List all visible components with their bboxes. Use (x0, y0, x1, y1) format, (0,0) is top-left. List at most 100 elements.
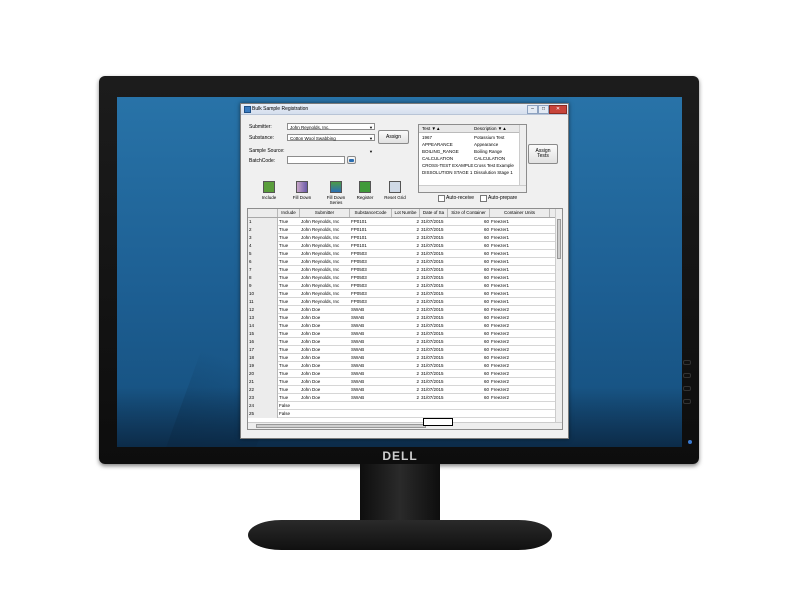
table-row[interactable]: 7 True John Reynolds, Inc FP0503 2 31/07/2015… (248, 266, 556, 274)
cell-substance-code[interactable]: FP0101 (350, 234, 392, 242)
cell-date-of-sample[interactable] (420, 410, 448, 418)
cell-size-of-container[interactable]: 60 (448, 378, 490, 386)
cell-size-of-container[interactable] (448, 410, 490, 418)
cell-row-number[interactable]: 4 (248, 242, 278, 250)
cell-row-number[interactable]: 13 (248, 314, 278, 322)
cell-size-of-container[interactable]: 60 (448, 306, 490, 314)
cell-container-units[interactable]: Freezer2 (490, 370, 550, 378)
cell-include[interactable]: True (278, 290, 300, 298)
table-row[interactable]: 17 True John Doe SWAB 2 31/07/2015 60 Freezer2 (248, 346, 556, 354)
table-row[interactable]: 24 False (248, 402, 556, 410)
cell-row-number[interactable]: 15 (248, 330, 278, 338)
table-row[interactable]: 16 True John Doe SWAB 2 31/07/2015 60 Freezer2 (248, 338, 556, 346)
grid-vertical-scrollbar[interactable] (555, 209, 562, 423)
cell-lot-number[interactable]: 2 (392, 354, 420, 362)
monitor-button[interactable] (683, 386, 691, 391)
cell-submitter[interactable]: John Reynolds, Inc (300, 234, 350, 242)
list-item[interactable]: CROSS-TEST EXAMPLE Cross Test Example (419, 162, 519, 169)
column-header-submitter[interactable]: Submitter (300, 209, 350, 217)
cell-row-number[interactable]: 9 (248, 282, 278, 290)
cell-submitter[interactable]: John Reynolds, Inc (300, 226, 350, 234)
scroll-thumb[interactable] (557, 219, 561, 259)
cell-container-units[interactable]: Freezer2 (490, 386, 550, 394)
cell-container-units[interactable]: Freezer1 (490, 282, 550, 290)
cell-lot-number[interactable]: 2 (392, 234, 420, 242)
cell-submitter[interactable]: John Doe (300, 314, 350, 322)
cell-submitter[interactable]: John Doe (300, 322, 350, 330)
cell-substance-code[interactable]: FP0101 (350, 218, 392, 226)
cell-include[interactable]: True (278, 378, 300, 386)
cell-container-units[interactable]: Freezer1 (490, 290, 550, 298)
cell-include[interactable]: True (278, 362, 300, 370)
cell-substance-code[interactable]: SWAB (350, 386, 392, 394)
cell-container-units[interactable]: Freezer1 (490, 274, 550, 282)
cell-lot-number[interactable]: 2 (392, 282, 420, 290)
cell-submitter[interactable]: John Doe (300, 338, 350, 346)
assign-button[interactable]: Assign (378, 130, 409, 144)
list-item[interactable]: APPEARANCE Appearance (419, 141, 519, 148)
cell-submitter[interactable] (300, 402, 350, 410)
table-row[interactable]: 4 True John Reynolds, Inc FP0101 2 31/07/2015… (248, 242, 556, 250)
cell-container-units[interactable]: Freezer2 (490, 338, 550, 346)
cell-include[interactable]: True (278, 370, 300, 378)
cell-substance-code[interactable]: SWAB (350, 362, 392, 370)
cell-container-units[interactable]: Freezer2 (490, 314, 550, 322)
cell-lot-number[interactable]: 2 (392, 370, 420, 378)
cell-substance-code[interactable]: SWAB (350, 338, 392, 346)
table-row[interactable]: 11 True John Reynolds, Inc FP0503 2 31/07/201… (248, 298, 556, 306)
monitor-button[interactable] (683, 360, 691, 365)
cell-lot-number[interactable]: 2 (392, 338, 420, 346)
table-row[interactable]: 9 True John Reynolds, Inc FP0503 2 31/07/2015… (248, 282, 556, 290)
substance-dropdown[interactable]: Cotton Wool Swabbing ▼ (287, 134, 375, 141)
cell-date-of-sample[interactable]: 31/07/2015 (420, 258, 448, 266)
cell-lot-number[interactable]: 2 (392, 274, 420, 282)
cell-row-number[interactable]: 11 (248, 298, 278, 306)
cell-container-units[interactable]: Freezer2 (490, 346, 550, 354)
cell-include[interactable]: True (278, 266, 300, 274)
cell-submitter[interactable]: John Doe (300, 346, 350, 354)
cell-size-of-container[interactable]: 60 (448, 234, 490, 242)
cell-submitter[interactable] (300, 410, 350, 418)
cell-container-units[interactable]: Freezer2 (490, 330, 550, 338)
cell-date-of-sample[interactable]: 31/07/2015 (420, 330, 448, 338)
cell-date-of-sample[interactable]: 31/07/2015 (420, 306, 448, 314)
cell-size-of-container[interactable] (448, 402, 490, 410)
cell-date-of-sample[interactable]: 31/07/2015 (420, 290, 448, 298)
cell-include[interactable]: True (278, 314, 300, 322)
cell-include[interactable]: True (278, 394, 300, 402)
cell-row-number[interactable]: 19 (248, 362, 278, 370)
cell-substance-code[interactable]: SWAB (350, 322, 392, 330)
cell-size-of-container[interactable]: 60 (448, 266, 490, 274)
cell-date-of-sample[interactable]: 31/07/2015 (420, 274, 448, 282)
cell-date-of-sample[interactable]: 31/07/2015 (420, 250, 448, 258)
cell-substance-code[interactable]: SWAB (350, 354, 392, 362)
cell-submitter[interactable]: John Doe (300, 362, 350, 370)
cell-container-units[interactable]: Freezer2 (490, 354, 550, 362)
cell-substance-code[interactable]: SWAB (350, 306, 392, 314)
cell-submitter[interactable]: John Doe (300, 370, 350, 378)
cell-row-number[interactable]: 17 (248, 346, 278, 354)
cell-lot-number[interactable] (392, 402, 420, 410)
test-column-header[interactable]: Test ▼▲ (422, 125, 440, 132)
cell-include[interactable]: True (278, 346, 300, 354)
tests-vertical-scrollbar[interactable] (519, 125, 526, 185)
cell-container-units[interactable]: Freezer1 (490, 226, 550, 234)
cell-include[interactable]: True (278, 306, 300, 314)
cell-size-of-container[interactable]: 60 (448, 338, 490, 346)
cell-date-of-sample[interactable]: 31/07/2015 (420, 370, 448, 378)
column-header-container-units[interactable]: Container Units (490, 209, 550, 217)
batchcode-input[interactable] (287, 156, 345, 164)
cell-lot-number[interactable]: 2 (392, 226, 420, 234)
fill-down-series-tool[interactable]: Fill Down Series (322, 181, 350, 205)
cell-date-of-sample[interactable]: 31/07/2015 (420, 266, 448, 274)
assign-tests-button[interactable]: Assign Tests (528, 144, 558, 164)
cell-substance-code[interactable]: FP0503 (350, 266, 392, 274)
register-tool[interactable]: Register (353, 181, 377, 200)
description-column-header[interactable]: Description ▼▲ (474, 125, 507, 132)
cell-date-of-sample[interactable]: 31/07/2015 (420, 338, 448, 346)
cell-size-of-container[interactable]: 60 (448, 354, 490, 362)
monitor-button[interactable] (683, 399, 691, 404)
cell-substance-code[interactable]: SWAB (350, 346, 392, 354)
cell-size-of-container[interactable]: 60 (448, 290, 490, 298)
cell-substance-code[interactable]: SWAB (350, 314, 392, 322)
